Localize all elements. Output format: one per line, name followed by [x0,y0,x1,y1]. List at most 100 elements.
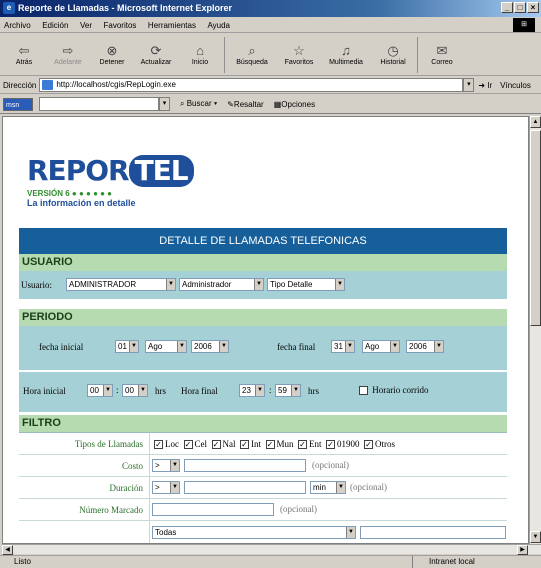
todas-input[interactable] [360,526,506,539]
links-button[interactable]: Vínculos [500,81,531,90]
tipo-detalle-select[interactable]: Tipo Detalle ▼ [267,278,345,291]
address-bar: Dirección http://localhost/cgis/RepLogin… [0,77,541,94]
scroll-down-icon[interactable]: ▼ [530,531,541,543]
scroll-left-icon[interactable]: ◀ [2,545,13,555]
stop-button[interactable]: ⊗ Detener [90,34,134,74]
reportel-logo: REPOR TEL VERSIÓN 6 ● ● ● ● ● ● La inform… [27,155,247,215]
horizontal-scrollbar[interactable]: ◀ ▶ [2,544,541,555]
tipo-loc-checkbox[interactable]: ✓ Loc [154,439,179,450]
hrs-label: hrs [155,386,166,396]
scroll-thumb[interactable] [530,130,541,326]
hora-final-hh-select[interactable]: 23 ▼ [239,384,265,397]
media-icon: ♫ [341,42,351,58]
opcional-hint: (opcional) [350,482,387,492]
costo-operator-select[interactable]: > ▼ [152,459,180,472]
back-arrow-icon: ⇦ [18,42,30,58]
tipo-01900-checkbox[interactable]: ✓ 01900 [326,439,360,450]
hora-inicial-label: Hora inicial [23,386,66,396]
msn-search-input[interactable] [39,97,159,111]
chevron-down-icon: ▼ [434,341,443,352]
search-button[interactable]: ⌕ Búsqueda [227,34,277,74]
fecha-inicial-dia-select[interactable]: 01 ▼ [115,340,139,353]
periodo-fecha-band: fecha inicial 01 ▼ Ago ▼ 2006 ▼ fecha final… [19,326,507,370]
tipo-int-checkbox[interactable]: ✓ Int [240,439,261,450]
chevron-down-icon: ▼ [255,385,264,396]
check-icon: ✓ [265,440,275,450]
scroll-right-icon[interactable]: ▶ [517,545,528,555]
horario-corrido-checkbox[interactable]: Horario corrido [359,385,428,396]
tipos-row: Tipos de Llamadas ✓ Loc ✓ Cel ✓ Nal ✓ Int ✓ M… [19,433,507,455]
msn-logo-button[interactable]: msn [3,97,33,111]
hora-final-mm-select[interactable]: 59 ▼ [275,384,301,397]
chevron-down-icon: ▼ [170,482,179,493]
opcional-hint: (opcional) [280,504,317,514]
go-button[interactable]: ➜ Ir [478,81,492,90]
forward-button[interactable]: ⇨ Adelante [46,34,90,74]
resaltar-button[interactable]: ✎Resaltar [227,100,264,109]
check-icon: ✓ [183,440,193,450]
chevron-down-icon: ▼ [336,482,345,493]
duracion-unit-select[interactable]: min ▼ [310,481,346,494]
history-button[interactable]: ◷ Historial [371,34,415,74]
minimize-button[interactable]: _ [501,2,513,13]
fecha-final-anio-select[interactable]: 2006 ▼ [406,340,444,353]
menu-ver[interactable]: Ver [80,21,92,30]
search-icon: ⌕ [180,99,185,108]
chevron-down-icon: ▼ [335,279,344,290]
maximize-button[interactable]: □ [514,2,526,13]
tipo-nal-checkbox[interactable]: ✓ Nal [211,439,236,450]
duracion-input[interactable] [184,481,306,494]
duracion-operator-select[interactable]: > ▼ [152,481,180,494]
favorites-button[interactable]: ☆ Favoritos [277,34,321,74]
mail-button[interactable]: ✉ Correo [420,34,464,74]
highlighter-icon: ✎ [227,99,234,109]
numero-marcado-input[interactable] [152,503,274,516]
tipo-otros-checkbox[interactable]: ✓ Otros [364,439,395,450]
menu-ayuda[interactable]: Ayuda [207,21,230,30]
todas-select[interactable]: Todas ▼ [152,526,356,539]
usuario-band: Usuario: ADMINISTRADOR ▼ Administrador ▼ T… [19,271,507,299]
logo-tel: TEL [128,155,194,187]
buscar-button[interactable]: ⌕ Buscar ▾ [180,99,217,109]
tipo-mun-checkbox[interactable]: ✓ Mun [265,439,294,450]
search-icon: ⌕ [248,42,256,58]
fecha-final-mes-select[interactable]: Ago ▼ [362,340,400,353]
close-button[interactable]: × [527,2,539,13]
address-dropdown-button[interactable]: ▾ [463,78,475,92]
back-button[interactable]: ⇦ Atrás [2,34,46,74]
chevron-down-icon: ▼ [103,385,112,396]
media-button[interactable]: ♫ Multimedia [321,34,371,74]
tipo-cel-checkbox[interactable]: ✓ Cel [183,439,207,450]
tipos-label: Tipos de Llamadas [74,439,143,449]
hora-final-label: Hora final [181,386,218,396]
section-usuario: USUARIO [19,254,507,271]
address-input[interactable]: http://localhost/cgis/RepLogin.exe [39,78,464,92]
menu-herramientas[interactable]: Herramientas [148,21,196,30]
msn-search-dropdown[interactable]: ▾ [159,97,170,111]
hora-inicial-hh-select[interactable]: 00 ▼ [87,384,113,397]
usuario-select[interactable]: ADMINISTRADOR ▼ [66,278,176,291]
fecha-inicial-label: fecha inicial [39,342,84,352]
fecha-inicial-anio-select[interactable]: 2006 ▼ [191,340,229,353]
favorites-icon: ☆ [293,42,305,58]
hora-inicial-mm-select[interactable]: 00 ▼ [122,384,148,397]
ie-icon: e [3,2,15,14]
numero-row: Número Marcado (opcional) [19,499,507,521]
menu-favoritos[interactable]: Favoritos [104,21,137,30]
menu-archivo[interactable]: Archivo [4,21,31,30]
fecha-final-dia-select[interactable]: 31 ▼ [331,340,355,353]
tipo-ent-checkbox[interactable]: ✓ Ent [298,439,322,450]
opciones-button[interactable]: ▦Opciones [274,100,315,109]
vertical-scrollbar[interactable]: ▲ ▼ [529,116,541,544]
chevron-down-icon: ▼ [129,341,138,352]
home-button[interactable]: ⌂ Inicio [178,34,222,74]
menu-edicion[interactable]: Edición [42,21,68,30]
checkbox-unchecked[interactable] [359,386,368,396]
refresh-button[interactable]: ⟳ Actualizar [134,34,178,74]
costo-input[interactable] [184,459,306,472]
check-icon: ✓ [298,440,308,450]
costo-label: Costo [121,461,143,471]
fecha-inicial-mes-select[interactable]: Ago ▼ [145,340,187,353]
rol-select[interactable]: Administrador ▼ [179,278,264,291]
scroll-up-icon[interactable]: ▲ [530,116,541,128]
